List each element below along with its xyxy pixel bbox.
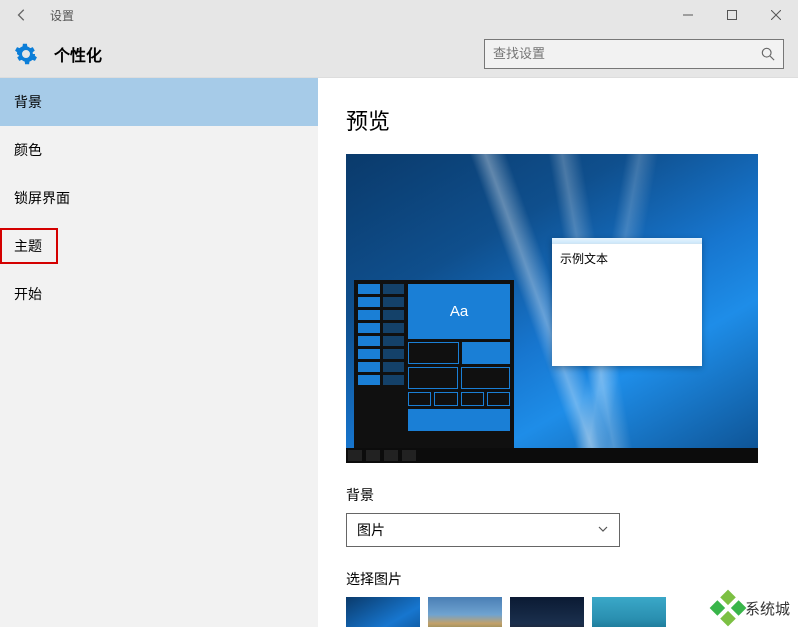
maximize-icon [727,10,737,20]
minimize-icon [683,10,693,20]
search-icon [761,47,775,61]
sidebar-item-colors[interactable]: 颜色 [0,126,318,174]
sidebar-item-background[interactable]: 背景 [0,78,318,126]
maximize-button[interactable] [710,0,754,30]
background-type-dropdown[interactable]: 图片 [346,513,620,547]
watermark: 系统城 [715,595,790,621]
picture-thumb-4[interactable] [592,597,666,627]
watermark-logo-icon [710,590,747,627]
start-menu-preview: Aa [354,280,514,448]
picture-thumb-1[interactable] [346,597,420,627]
choose-picture-label: 选择图片 [346,569,768,589]
sidebar-item-start[interactable]: 开始 [0,270,318,318]
sidebar-item-lockscreen[interactable]: 锁屏界面 [0,174,318,222]
chevron-down-icon [597,522,609,538]
page-header: 个性化 [0,30,798,78]
minimize-button[interactable] [666,0,710,30]
background-section-label: 背景 [346,485,768,505]
taskbar-preview [346,448,758,463]
picture-thumb-3[interactable] [510,597,584,627]
main-content: 预览 Aa [318,78,798,627]
picture-thumb-2[interactable] [428,597,502,627]
dropdown-value: 图片 [357,520,385,540]
close-icon [771,10,781,20]
back-button[interactable] [4,0,40,30]
sample-window: 示例文本 [552,238,702,366]
picture-thumbnails [346,597,768,627]
sidebar-item-themes[interactable]: 主题 [0,228,58,264]
window-title: 设置 [50,7,74,24]
sample-window-text: 示例文本 [552,244,702,273]
close-button[interactable] [754,0,798,30]
search-input[interactable] [493,46,761,61]
back-arrow-icon [15,8,29,22]
gear-icon [14,42,38,66]
search-box[interactable] [484,39,784,69]
desktop-preview: Aa 示例文本 [346,154,758,463]
tile-aa: Aa [408,284,510,339]
page-title: 个性化 [54,42,484,66]
preview-heading: 预览 [346,104,768,136]
sidebar: 背景 颜色 锁屏界面 主题 开始 [0,78,318,627]
window-titlebar: 设置 [0,0,798,30]
watermark-text: 系统城 [745,598,790,619]
